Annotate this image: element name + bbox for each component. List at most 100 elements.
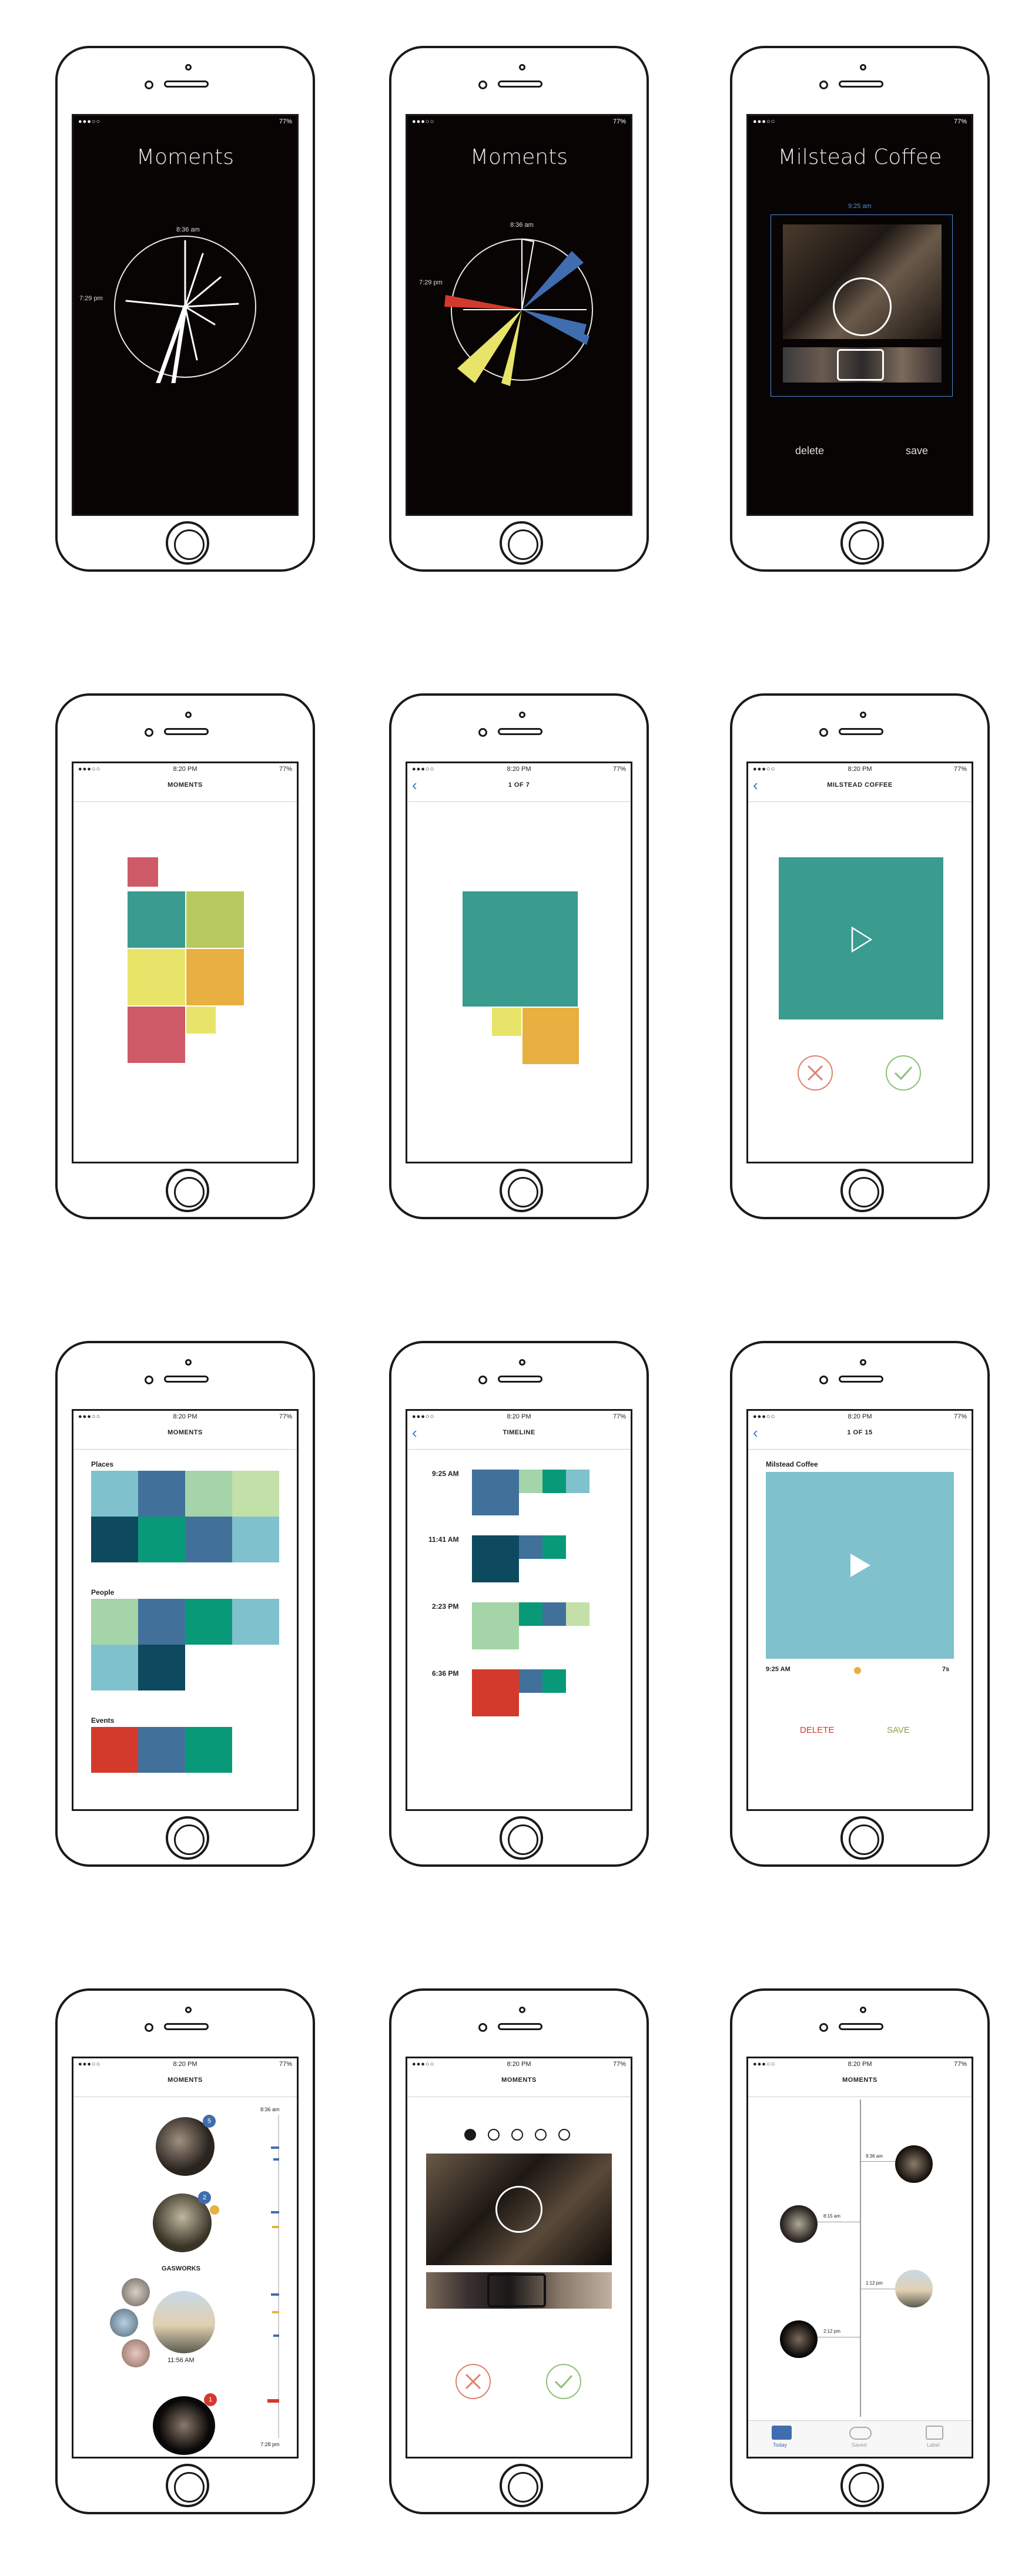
home-button[interactable] (166, 1169, 209, 1212)
thumbnail-strip[interactable] (426, 2272, 612, 2309)
home-button[interactable] (500, 1816, 543, 1860)
today-icon[interactable] (772, 2426, 792, 2440)
place-tile[interactable] (232, 1471, 279, 1517)
place-tile[interactable] (138, 1471, 185, 1517)
back-chevron-icon[interactable]: ‹ (412, 1424, 417, 1441)
reject-icon[interactable] (454, 2363, 492, 2400)
home-button[interactable] (166, 1816, 209, 1860)
delete-button[interactable]: delete (795, 445, 824, 457)
thumbnail-strip[interactable] (783, 347, 942, 383)
page-dot[interactable] (558, 2129, 570, 2141)
accept-icon[interactable] (545, 2363, 582, 2400)
moment-tile[interactable] (128, 891, 185, 948)
place-tile[interactable] (232, 1517, 279, 1562)
media-frame[interactable] (771, 214, 953, 397)
tab-label[interactable]: Label (927, 2442, 940, 2448)
page-dot[interactable] (511, 2129, 523, 2141)
moment-bubble[interactable] (153, 2396, 215, 2455)
person-tile[interactable] (232, 1599, 279, 1645)
timeline-tile[interactable] (519, 1669, 542, 1693)
cloud-icon[interactable] (849, 2427, 872, 2440)
moment-tile[interactable] (128, 949, 185, 1005)
page-dot-active[interactable] (464, 2129, 476, 2141)
timeline-tile[interactable] (566, 1602, 589, 1626)
moment-tile[interactable] (186, 1007, 216, 1034)
place-tile[interactable] (91, 1517, 138, 1562)
timeline-tile[interactable] (519, 1535, 542, 1559)
moment-bubble[interactable] (780, 2320, 818, 2358)
event-tile[interactable] (91, 1727, 138, 1773)
home-button[interactable] (500, 521, 543, 565)
person-bubble[interactable] (122, 2339, 150, 2367)
selected-thumbnail[interactable] (487, 2273, 546, 2307)
delete-button[interactable]: DELETE (800, 1725, 834, 1735)
home-button[interactable] (840, 521, 884, 565)
selected-thumbnail[interactable] (837, 349, 884, 381)
timeline-tile[interactable] (472, 1602, 519, 1649)
play-icon[interactable] (846, 925, 876, 954)
timeline-tile[interactable] (472, 1470, 519, 1515)
person-bubble[interactable] (110, 2309, 138, 2337)
moment-bubble[interactable] (780, 2205, 818, 2243)
moment-bubble[interactable] (153, 2291, 215, 2353)
person-tile[interactable] (138, 1599, 185, 1645)
timeline-tile[interactable] (472, 1535, 519, 1582)
home-button[interactable] (840, 1816, 884, 1860)
video-still[interactable] (783, 224, 942, 339)
tab-today[interactable]: Today (773, 2442, 787, 2448)
play-circle-icon[interactable] (833, 277, 892, 336)
moment-tile[interactable] (522, 1008, 579, 1064)
timeline-tile[interactable] (519, 1602, 542, 1626)
home-button[interactable] (840, 1169, 884, 1212)
moment-tile[interactable] (492, 1008, 521, 1036)
back-chevron-icon[interactable]: ‹ (753, 1424, 758, 1441)
event-tile[interactable] (185, 1727, 232, 1773)
person-tile[interactable] (91, 1645, 138, 1690)
back-chevron-icon[interactable]: ‹ (753, 776, 758, 794)
page-dot[interactable] (535, 2129, 547, 2141)
moment-tile[interactable] (186, 949, 244, 1005)
moment-bubble[interactable] (895, 2145, 933, 2183)
timeline-tile[interactable] (472, 1669, 519, 1716)
home-button[interactable] (166, 2464, 209, 2507)
home-button[interactable] (166, 521, 209, 565)
home-button[interactable] (500, 2464, 543, 2507)
moment-clock[interactable] (109, 230, 267, 383)
video-still[interactable] (426, 2154, 612, 2265)
play-circle-icon[interactable] (495, 2186, 542, 2233)
moment-tile[interactable] (128, 857, 158, 887)
place-tile[interactable] (138, 1517, 185, 1562)
person-tile[interactable] (185, 1599, 232, 1645)
scrubber-handle[interactable] (854, 1667, 861, 1674)
moment-clock[interactable] (440, 233, 616, 410)
person-tile[interactable] (91, 1599, 138, 1645)
timeline-tile[interactable] (542, 1470, 566, 1493)
place-tile[interactable] (185, 1471, 232, 1517)
moment-tile[interactable] (128, 1007, 185, 1063)
video-tile[interactable] (779, 857, 943, 1019)
tab-saved[interactable]: Saved (852, 2442, 867, 2448)
person-bubble[interactable] (122, 2278, 150, 2306)
moment-bubble[interactable] (895, 2270, 933, 2307)
time-scrubber[interactable] (278, 2115, 279, 2438)
label-icon[interactable] (926, 2426, 943, 2440)
reject-icon[interactable] (796, 1054, 834, 1092)
play-icon[interactable] (845, 1551, 874, 1580)
place-tile[interactable] (91, 1471, 138, 1517)
moment-tile-expanded[interactable] (463, 891, 578, 1007)
accept-icon[interactable] (885, 1054, 922, 1092)
timeline-tile[interactable] (519, 1470, 542, 1493)
place-tile[interactable] (185, 1517, 232, 1562)
timeline-tile[interactable] (542, 1669, 566, 1693)
timeline-tile[interactable] (566, 1470, 589, 1493)
event-tile[interactable] (138, 1727, 185, 1773)
home-button[interactable] (840, 2464, 884, 2507)
timeline-tile[interactable] (542, 1602, 566, 1626)
timeline-tile[interactable] (542, 1535, 566, 1559)
person-tile[interactable] (138, 1645, 185, 1690)
page-dot[interactable] (488, 2129, 500, 2141)
moment-tile[interactable] (186, 891, 244, 948)
video-tile[interactable] (766, 1472, 954, 1659)
save-button[interactable]: save (906, 445, 928, 457)
home-button[interactable] (500, 1169, 543, 1212)
